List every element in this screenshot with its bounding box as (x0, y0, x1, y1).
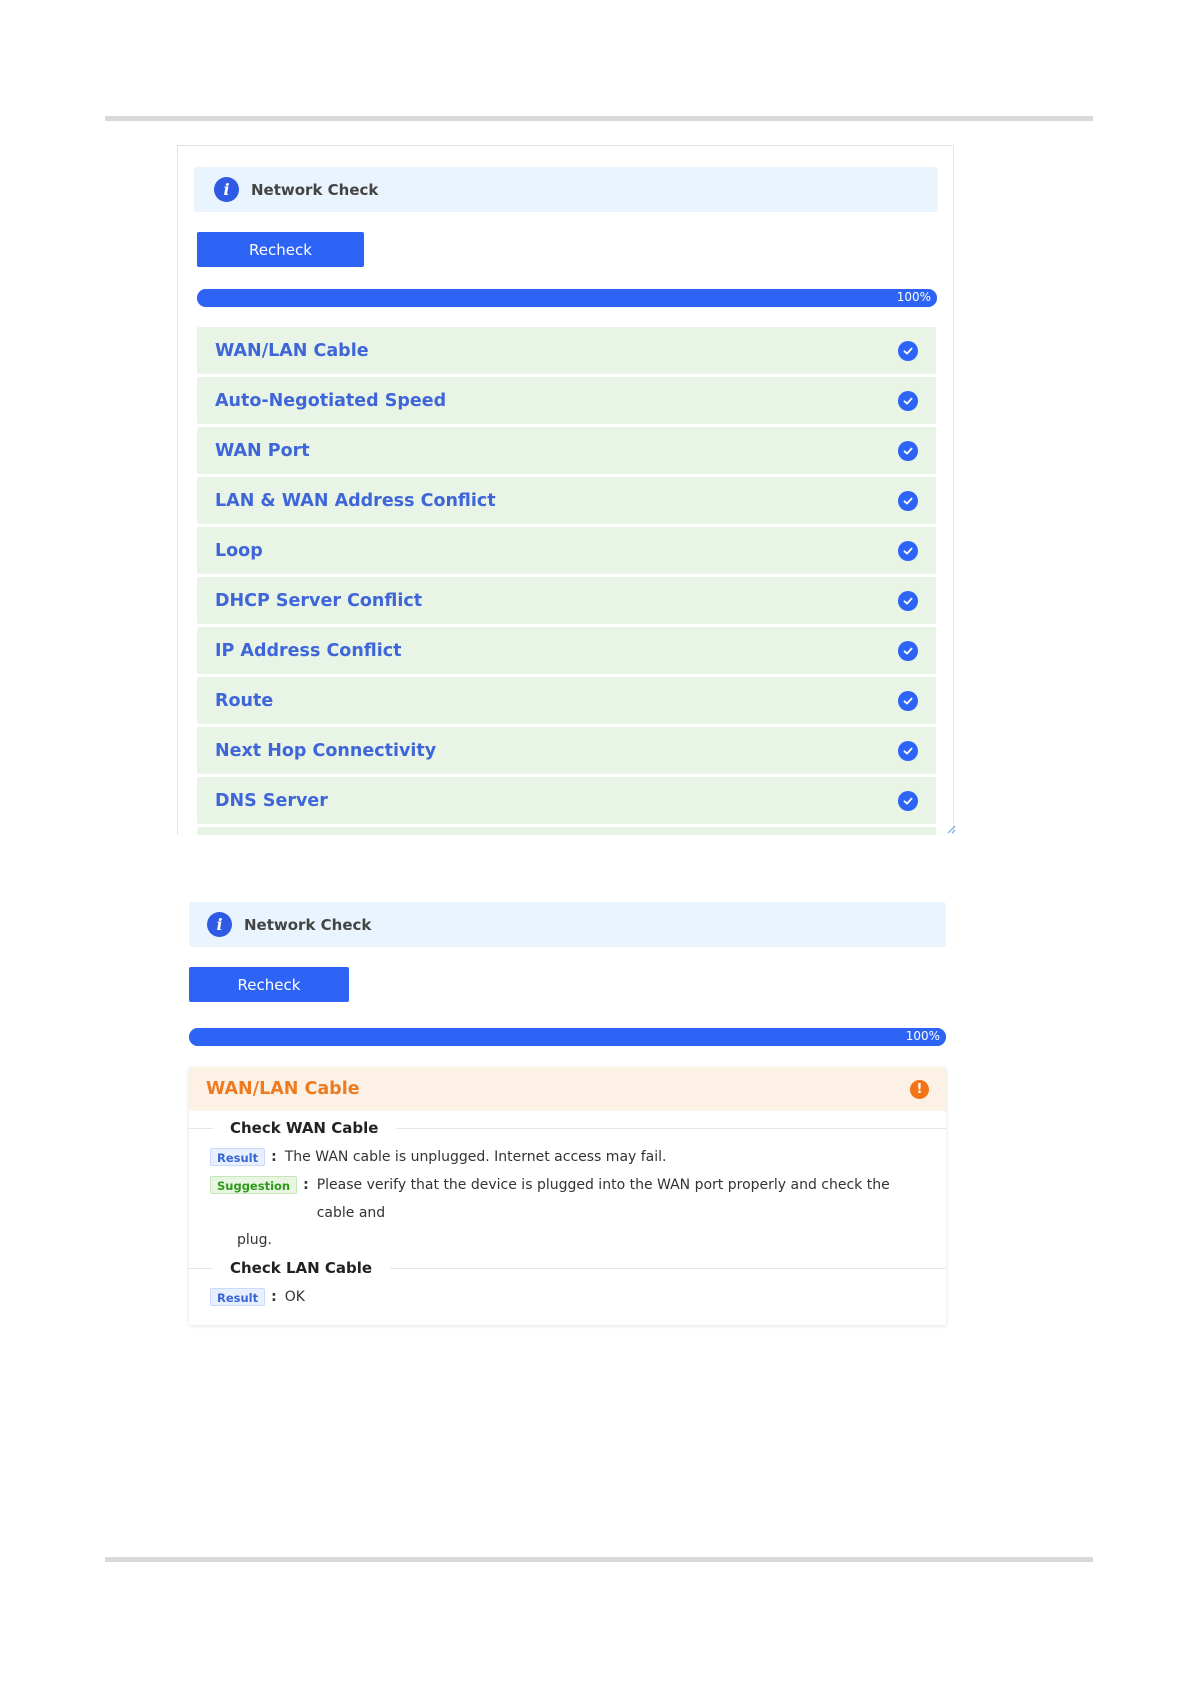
check-item[interactable]: WAN Port (197, 427, 936, 474)
check-item-label: IP Address Conflict (215, 640, 402, 661)
check-item[interactable]: WAN/LAN Cable (197, 327, 936, 374)
check-item[interactable]: Route (197, 677, 936, 724)
check-item[interactable]: IP Address Conflict (197, 627, 936, 674)
check-item[interactable]: DNS Server (197, 777, 936, 824)
result-text: OK (284, 1289, 305, 1305)
lan-result-line: Result : OK (189, 1283, 946, 1311)
check-ok-icon (898, 340, 918, 361)
info-banner: i Network Check (194, 167, 938, 212)
check-item-label: WAN/LAN Cable (215, 340, 369, 361)
check-ok-icon (898, 540, 918, 561)
progress-bar: 100% (189, 1028, 946, 1046)
detail-title: WAN/LAN Cable (206, 1079, 360, 1099)
check-item-label: Auto-Negotiated Speed (215, 390, 447, 411)
info-icon: i (207, 912, 232, 937)
check-ok-icon (898, 390, 918, 411)
check-ok-icon (898, 590, 918, 611)
result-tag: Result (210, 1148, 266, 1166)
section-wan: Check WAN Cable (189, 1113, 946, 1143)
header-rule (105, 116, 1093, 121)
info-icon: i (214, 177, 239, 202)
check-item[interactable]: Next Hop Connectivity (197, 727, 936, 774)
check-item-label: DHCP Server Conflict (215, 590, 423, 611)
footer-rule (105, 1557, 1093, 1562)
check-ok-icon (898, 640, 918, 661)
info-title: Network Check (251, 180, 379, 199)
info-banner: i Network Check (189, 902, 946, 947)
progress-label: 100% (905, 1029, 940, 1043)
section-title: Check LAN Cable (213, 1259, 391, 1277)
warning-icon: ! (910, 1079, 929, 1099)
section-lan: Check LAN Cable (189, 1253, 946, 1283)
check-list: WAN/LAN Cable Auto-Negotiated Speed WAN Po… (197, 327, 936, 835)
check-ok-icon (898, 740, 918, 761)
check-item[interactable]: Auto-Negotiated Speed (197, 377, 936, 424)
result-tag: Result (210, 1288, 266, 1306)
suggestion-text-continued: plug. (237, 1232, 272, 1248)
check-item-label: LAN & WAN Address Conflict (215, 490, 496, 511)
suggestion-tag: Suggestion (210, 1176, 298, 1194)
check-ok-icon (898, 790, 918, 811)
check-item-label: Route (215, 690, 274, 711)
recheck-button[interactable]: Recheck (197, 232, 364, 267)
check-ok-icon (898, 490, 918, 511)
check-item[interactable]: LAN & WAN Address Conflict (197, 477, 936, 524)
progress-fill (189, 1028, 946, 1046)
progress-bar: 100% (197, 289, 937, 307)
check-item-label: Next Hop Connectivity (215, 740, 437, 761)
wan-lan-cable-detail: WAN/LAN Cable ! Check WAN Cable Result :… (189, 1067, 946, 1325)
progress-label: 100% (896, 290, 931, 304)
detail-header[interactable]: WAN/LAN Cable ! (189, 1067, 946, 1111)
check-item[interactable]: DHCP Server Conflict (197, 577, 936, 624)
recheck-button[interactable]: Recheck (189, 967, 349, 1002)
resize-handle-icon[interactable] (946, 824, 956, 834)
wan-result-line: Result : The WAN cable is unplugged. Int… (189, 1143, 946, 1171)
progress-fill (197, 289, 937, 307)
result-text: The WAN cable is unplugged. Internet acc… (284, 1149, 667, 1165)
check-ok-icon (898, 690, 918, 711)
check-ok-icon (898, 440, 918, 461)
check-item[interactable]: Loop (197, 527, 936, 574)
wan-suggestion-line: Suggestion : Please verify that the devi… (189, 1171, 946, 1227)
suggestion-text: Please verify that the device is plugged… (316, 1177, 890, 1221)
check-item-label: WAN Port (215, 440, 310, 461)
network-check-panel: i Network Check Recheck 100% WAN/LAN Cab… (177, 145, 954, 835)
check-item-label: Loop (215, 540, 263, 561)
check-item-label: DNS Server (215, 790, 328, 811)
info-title: Network Check (244, 915, 372, 934)
check-item-partial (197, 827, 936, 835)
section-title: Check WAN Cable (213, 1119, 397, 1137)
